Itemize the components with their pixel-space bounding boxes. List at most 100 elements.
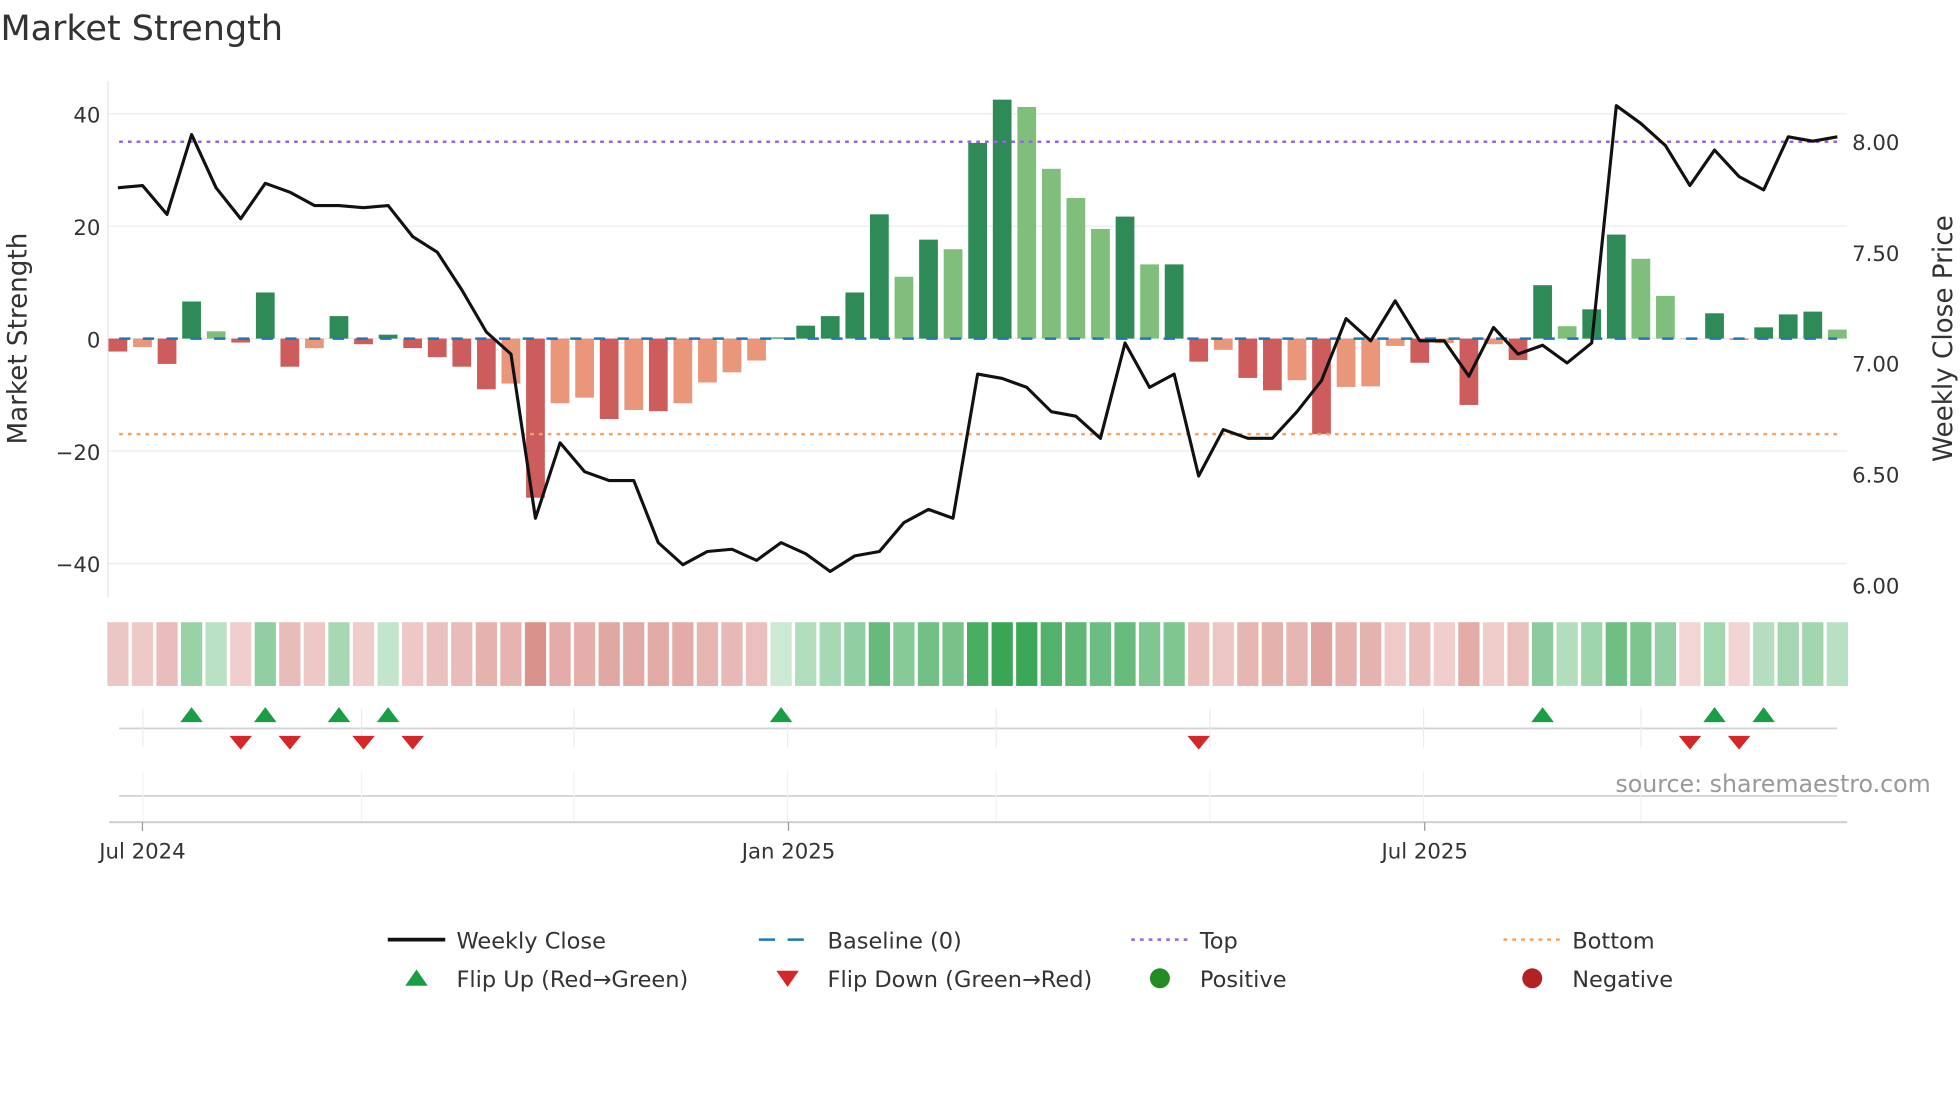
flip-up-marker: [1531, 707, 1554, 723]
strength-bar: [894, 276, 914, 339]
y2-axis-title: Weekly Close Price: [1929, 215, 1959, 462]
strength-bar: [108, 338, 128, 352]
flip-up-marker: [769, 707, 793, 723]
strength-bar: [1631, 258, 1651, 339]
y-tick-label: 20: [73, 216, 100, 241]
flip-up-marker: [254, 707, 277, 723]
heatmap-cell: [1679, 622, 1701, 686]
strength-bar: [1041, 168, 1061, 339]
heatmap-cell: [1016, 622, 1038, 686]
heatmap-cell: [254, 622, 276, 686]
heatmap-cell: [1310, 622, 1333, 686]
flip-up-marker: [180, 707, 203, 723]
heatmap-cell: [1507, 622, 1529, 686]
strength-bar: [133, 338, 152, 348]
strength-bar: [1533, 285, 1552, 339]
strength-bar: [943, 249, 963, 339]
heatmap-cell: [991, 622, 1013, 686]
heatmap-cell: [131, 622, 154, 686]
strength-bar: [747, 338, 766, 361]
heatmap-cell: [623, 622, 645, 686]
flip-down-marker: [1727, 735, 1751, 750]
flip-up-marker: [327, 707, 351, 723]
strength-bar: [575, 338, 594, 398]
strength-bar: [1754, 327, 1774, 339]
heatmap-cell: [426, 622, 448, 686]
flip-markers: [119, 707, 1838, 823]
strength-bar: [427, 338, 447, 358]
strength-bar: [820, 316, 840, 339]
heatmap-cell: [1556, 622, 1578, 686]
heatmap-cell: [647, 622, 669, 686]
heatmap-cell: [1409, 622, 1431, 686]
strength-bar: [1606, 234, 1626, 339]
triangle-down-icon: [776, 970, 799, 988]
strength-bar: [1287, 338, 1307, 381]
legend-label: Negative: [1572, 967, 1673, 993]
x-axis-ticks: Jul 2024 Jan 2025 Jul 2025: [97, 822, 1468, 864]
heatmap-cell: [598, 622, 620, 686]
heatmap-cell: [1753, 622, 1775, 686]
y-tick-label: 0: [87, 328, 101, 353]
heatmap-cell: [1703, 622, 1726, 686]
legend-label: Weekly Close: [456, 928, 605, 954]
legend-label: Positive: [1200, 967, 1287, 993]
heatmap-cell: [402, 622, 424, 686]
heatmap-cell: [696, 622, 719, 686]
heatmap-cell: [868, 622, 890, 686]
heatmap-cell: [156, 622, 178, 686]
strength-bar: [280, 338, 300, 367]
strength-bar: [1263, 338, 1282, 391]
heatmap-cell: [1065, 622, 1087, 686]
x-tick-label: Jan 2025: [740, 839, 836, 864]
flip-up-marker: [376, 707, 400, 723]
heatmap-cell: [1433, 622, 1455, 686]
strength-bar: [329, 316, 349, 339]
legend-label: Top: [1199, 928, 1238, 954]
heatmap-cell: [500, 622, 522, 686]
legend-label: Flip Up (Red→Green): [456, 967, 688, 993]
strength-bar: [1140, 264, 1159, 339]
heatmap-cell: [230, 622, 252, 686]
heatmap-cell: [1360, 622, 1382, 686]
heatmap-cell: [1040, 622, 1062, 686]
flip-down-marker: [278, 735, 302, 750]
heatmap-cell: [1802, 622, 1824, 686]
strength-bars: [108, 99, 1847, 498]
heatmap-cell: [107, 622, 129, 686]
heatmap-cell: [549, 622, 571, 686]
y-tick-label: −40: [56, 553, 101, 578]
strength-bar: [1778, 314, 1798, 339]
flip-up-marker: [1703, 707, 1726, 723]
heatmap-cell: [1654, 622, 1677, 686]
heatmap-cell: [1212, 622, 1234, 686]
positive-circle-icon: [1149, 968, 1170, 989]
strength-bar: [1164, 264, 1184, 339]
heatmap-cell: [303, 622, 326, 686]
strength-heatmap: [107, 622, 1848, 686]
flip-down-marker: [1678, 735, 1702, 750]
heatmap-cell: [1581, 622, 1603, 686]
heatmap-cell: [1728, 622, 1750, 686]
heatmap-cell: [721, 622, 743, 686]
heatmap-cell: [1630, 622, 1652, 686]
strength-bar: [550, 338, 570, 404]
flip-down-marker: [401, 735, 424, 750]
strength-bar: [992, 99, 1012, 339]
strength-bar: [1803, 311, 1823, 339]
source-label: source: sharemaestro.com: [1615, 770, 1930, 798]
heatmap-cell: [377, 622, 399, 686]
strength-bar: [869, 214, 889, 339]
y2-tick-label: 7.00: [1852, 353, 1899, 378]
heatmap-cell: [328, 622, 350, 686]
heatmap-cell: [1114, 622, 1136, 686]
heatmap-cell: [205, 622, 227, 686]
heatmap-cell: [819, 622, 841, 686]
heatmap-cell: [279, 622, 301, 686]
triangle-up-icon: [405, 969, 428, 986]
strength-bar: [157, 338, 177, 364]
y2-tick-label: 8.00: [1852, 131, 1899, 156]
strength-bar: [919, 239, 938, 339]
flip-down-marker: [229, 735, 252, 750]
heatmap-cell: [795, 622, 817, 686]
